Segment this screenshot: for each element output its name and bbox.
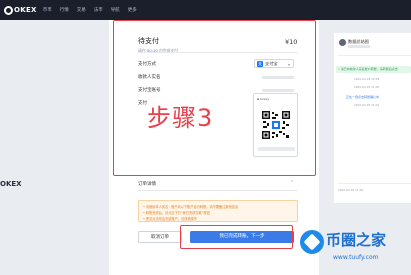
okex-logo-icon xyxy=(4,5,13,15)
watermark-title: 币圈之家 xyxy=(326,231,387,249)
nav-item-guide[interactable]: 导航 xyxy=(111,7,120,13)
nav-item-market[interactable]: 行情 xyxy=(60,7,69,13)
brand-name: OKEX xyxy=(14,6,37,14)
avatar xyxy=(339,39,346,46)
cancel-order-button[interactable]: 取消订单 xyxy=(138,231,182,243)
divider xyxy=(338,55,411,56)
okex-logo[interactable]: OKEX xyxy=(4,5,37,15)
watermark-logo-icon xyxy=(300,230,324,254)
warning-line: • 转账完成后，请点击下方“我已完成付款”按钮 xyxy=(143,211,210,215)
warning-line: • 恶意点击将会冻结账户，请谨慎操作 xyxy=(143,217,197,221)
order-detail-toggle[interactable]: 订单详情 xyxy=(138,181,156,187)
left-banner: OKEX xyxy=(0,20,22,275)
left-banner-brand: OKEX xyxy=(0,180,22,188)
chat-timestamp: 2020-03-25 11:01 xyxy=(354,103,380,107)
top-navbar: OKEX 币币 行情 交易 法币 导航 更多 xyxy=(0,0,411,20)
chat-notice-text: • 请已向收款人实名账户转账，请转账后点击 xyxy=(338,67,398,72)
chat-notice: • 请已向收款人实名账户转账，请转账后点击 xyxy=(336,66,411,73)
watermark-url: www.tuufy.com xyxy=(333,254,379,261)
nav-item-fiat[interactable]: 法币 xyxy=(94,7,103,13)
chat-subtitle xyxy=(348,45,370,48)
warning-line: • 请使用本人实名 · 账户向以下账户自行转账，请不要备注其他信息 xyxy=(143,205,239,209)
main-nav: 币币 行情 交易 法币 导航 更多 xyxy=(43,7,145,13)
chevron-up-icon[interactable]: ⌃ xyxy=(290,180,294,186)
highlight-box-payment xyxy=(113,20,316,176)
divider xyxy=(138,190,298,191)
chat-timestamp: 2020-03-25 10:59 xyxy=(354,77,380,81)
chat-message: 正在一键点击转账确认中 xyxy=(346,95,380,99)
chat-timestamp: 2020-03-25 11:00 xyxy=(354,85,380,89)
nav-item-more[interactable]: 更多 xyxy=(128,7,137,13)
nav-item-trade[interactable]: 交易 xyxy=(77,7,86,13)
nav-item-spot[interactable]: 币币 xyxy=(43,7,52,13)
chat-panel: 数据总结图 • 请已向收款人实名账户转账，请转账后点击 2020-03-25 1… xyxy=(334,33,411,203)
payment-warning: • 请使用本人实名 · 账户向以下账户自行转账，请不要备注其他信息 • 转账完成… xyxy=(138,200,298,222)
highlight-box-button xyxy=(180,225,293,249)
chat-footer-timestamp: 2020-03-25 11:00 xyxy=(338,188,364,192)
site-watermark: 币圈之家 www.tuufy.com xyxy=(300,224,411,275)
divider xyxy=(338,183,411,184)
